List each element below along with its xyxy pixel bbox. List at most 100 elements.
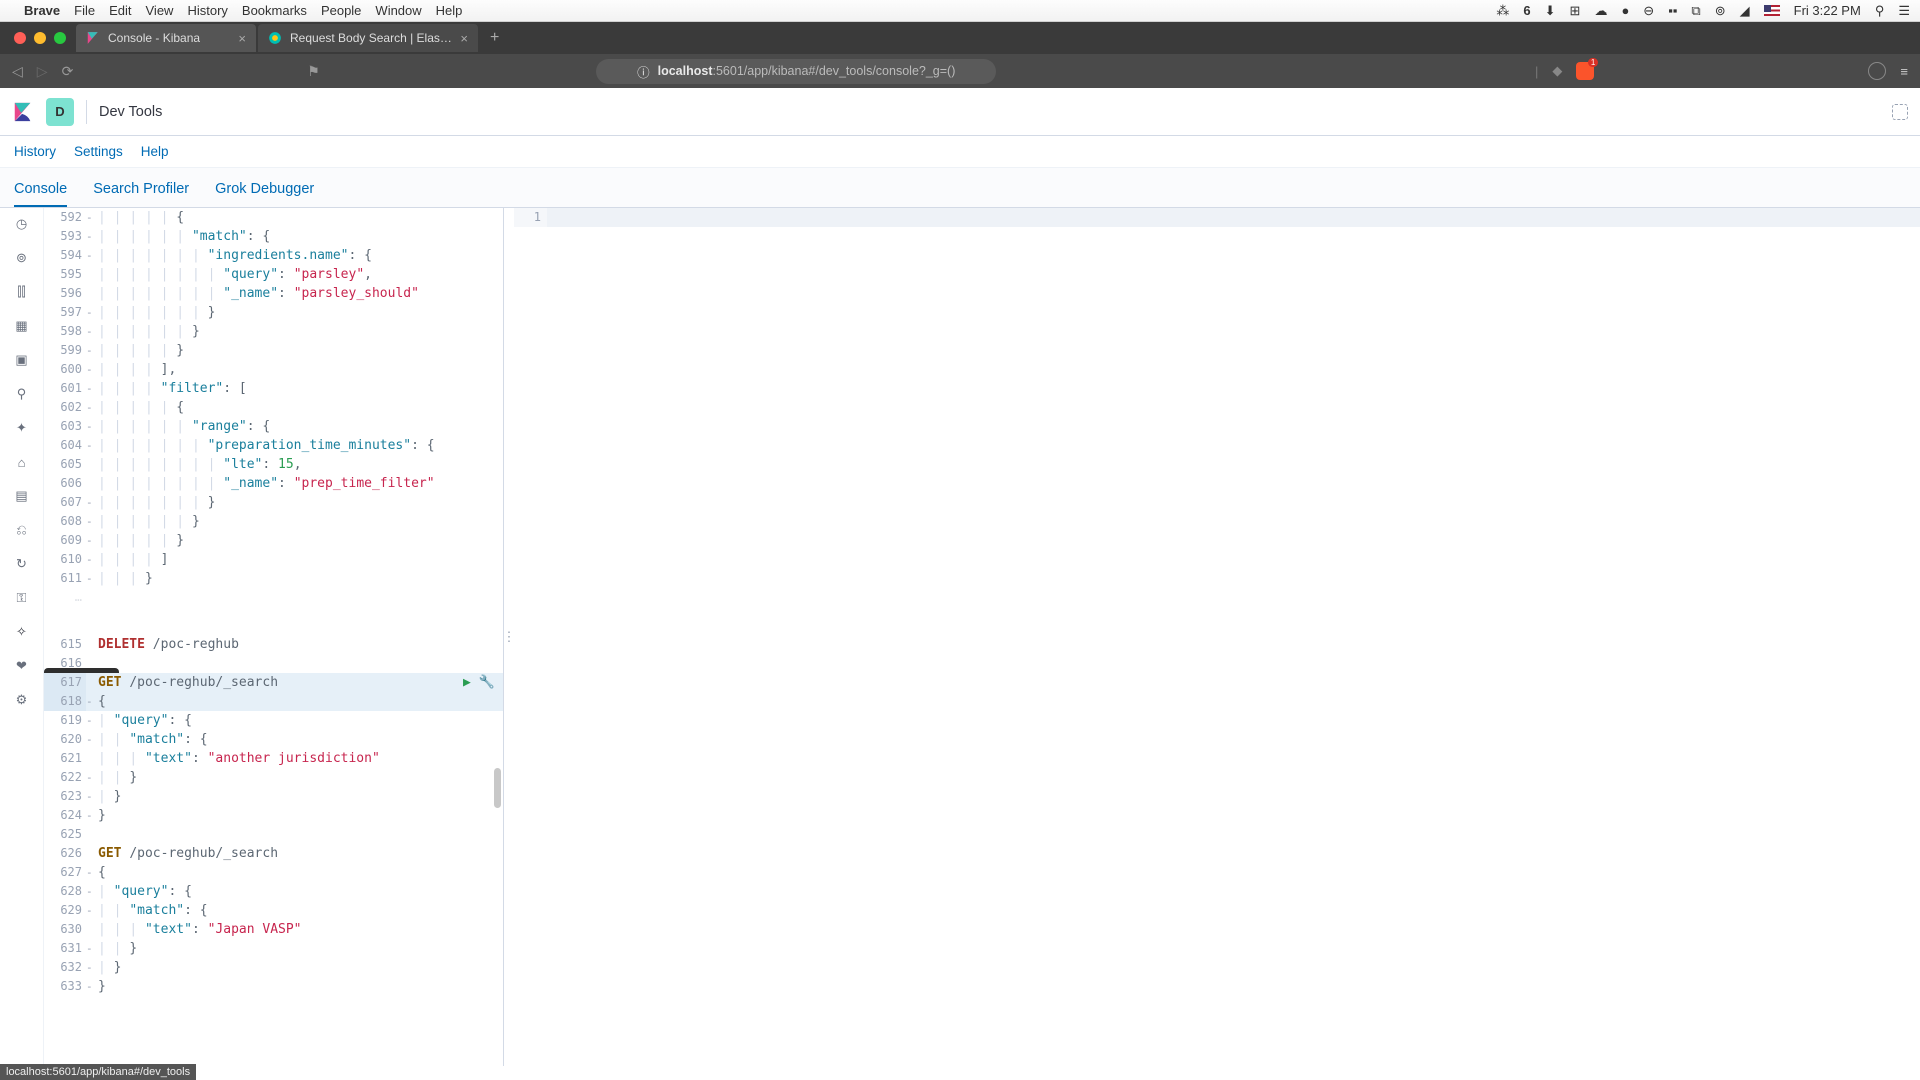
code-line[interactable]: 618-{ — [44, 692, 503, 711]
app-menu-icon[interactable]: ≡ — [1900, 64, 1908, 79]
spotlight-icon[interactable]: ⚲ — [1875, 3, 1885, 19]
status-icon[interactable]: ⁂ — [1496, 3, 1509, 19]
code-line[interactable]: 608-| | | | | | } — [44, 512, 503, 531]
code-line[interactable]: 622-| | } — [44, 768, 503, 787]
close-window-button[interactable] — [14, 32, 26, 44]
code-line[interactable]: 595| | | | | | | | "query": "parsley", — [44, 265, 503, 284]
site-info-icon[interactable]: ⓘ — [637, 62, 650, 81]
back-button[interactable]: ◁ — [12, 63, 23, 80]
tab-search-profiler[interactable]: Search Profiler — [93, 181, 189, 207]
wifi-icon[interactable]: ⊚ — [1715, 3, 1726, 19]
nav-infra-icon[interactable]: ⌂ — [12, 452, 32, 472]
nav-maps-icon[interactable]: ⚲ — [12, 384, 32, 404]
nav-apm-icon[interactable]: ⎌ — [12, 520, 32, 540]
code-line[interactable]: 620-| | "match": { — [44, 730, 503, 749]
code-line[interactable]: 603-| | | | | | "range": { — [44, 417, 503, 436]
code-line[interactable]: 623-| } — [44, 787, 503, 806]
code-line[interactable]: 615DELETE /poc-reghub — [44, 635, 503, 654]
clock[interactable]: Fri 3:22 PM — [1794, 3, 1861, 18]
status-icon[interactable]: ▪▪ — [1668, 3, 1677, 18]
code-line[interactable]: 621| | | "text": "another jurisdiction" — [44, 749, 503, 768]
menu-people[interactable]: People — [321, 3, 361, 18]
space-selector[interactable]: D — [46, 98, 74, 126]
request-options-icon[interactable]: 🔧 — [479, 673, 495, 692]
close-tab-icon[interactable]: × — [238, 31, 246, 46]
minimize-window-button[interactable] — [34, 32, 46, 44]
dropbox-icon[interactable]: ⬇ — [1545, 3, 1556, 19]
nav-discover-icon[interactable]: ⊚ — [12, 248, 32, 268]
run-request-icon[interactable]: ▶ — [463, 673, 471, 692]
menu-edit[interactable]: Edit — [109, 3, 131, 18]
reload-button[interactable]: ⟳ — [62, 63, 74, 80]
nav-monitoring-icon[interactable]: ❤ — [12, 656, 32, 676]
browser-tab[interactable]: Console - Kibana × — [76, 24, 256, 52]
code-line[interactable]: 625 — [44, 825, 503, 844]
console-request-editor[interactable]: 592-| | | | | {593-| | | | | | "match": … — [44, 208, 504, 1066]
code-line[interactable]: 605| | | | | | | | "lte": 15, — [44, 455, 503, 474]
code-line[interactable]: 593-| | | | | | "match": { — [44, 227, 503, 246]
code-line[interactable]: 627-{ — [44, 863, 503, 882]
tab-console[interactable]: Console — [14, 181, 67, 207]
close-tab-icon[interactable]: × — [460, 31, 468, 46]
code-line[interactable]: 604-| | | | | | | "preparation_time_minu… — [44, 436, 503, 455]
nav-logs-icon[interactable]: ▤ — [12, 486, 32, 506]
control-center-icon[interactable]: ☰ — [1898, 3, 1910, 19]
code-line[interactable]: 607-| | | | | | | } — [44, 493, 503, 512]
menu-window[interactable]: Window — [375, 3, 421, 18]
bookmark-icon[interactable]: ⚑ — [307, 63, 320, 80]
code-line[interactable]: 617GET /poc-reghub/_search▶🔧 — [44, 673, 503, 692]
code-line[interactable]: 599-| | | | | } — [44, 341, 503, 360]
code-line[interactable]: 602-| | | | | { — [44, 398, 503, 417]
history-link[interactable]: History — [14, 144, 56, 159]
brave-shields-icon[interactable] — [1576, 62, 1594, 80]
nav-devtools-icon[interactable]: ✧ — [12, 622, 32, 642]
cloud-icon[interactable]: ☁ — [1594, 3, 1607, 19]
status-icon[interactable]: ⊖ — [1643, 3, 1654, 19]
menu-help[interactable]: Help — [436, 3, 463, 18]
nav-visualize-icon[interactable]: ⫿⫿ — [12, 282, 32, 302]
menu-bookmarks[interactable]: Bookmarks — [242, 3, 307, 18]
code-line[interactable]: 597-| | | | | | | } — [44, 303, 503, 322]
status-icon[interactable]: 6 — [1523, 3, 1530, 18]
maximize-window-button[interactable] — [54, 32, 66, 44]
code-line[interactable]: 630| | | "text": "Japan VASP" — [44, 920, 503, 939]
nav-dashboard-icon[interactable]: ▦ — [12, 316, 32, 336]
code-line[interactable]: 611-| | | } — [44, 569, 503, 588]
nav-management-icon[interactable]: ⚙ — [12, 690, 32, 710]
menu-file[interactable]: File — [74, 3, 95, 18]
browser-tab[interactable]: Request Body Search | Elasticse… × — [258, 24, 478, 52]
address-bar[interactable]: ⓘ localhost:5601/app/kibana#/dev_tools/c… — [596, 59, 996, 84]
status-icon[interactable]: ⊞ — [1570, 3, 1581, 19]
user-icon[interactable]: ● — [1621, 3, 1629, 18]
code-line[interactable]: 606| | | | | | | | "_name": "prep_time_f… — [44, 474, 503, 493]
kibana-logo-icon[interactable] — [12, 101, 34, 123]
nav-recent-icon[interactable]: ◷ — [12, 214, 32, 234]
nav-ml-icon[interactable]: ✦ — [12, 418, 32, 438]
forward-button[interactable]: ▷ — [37, 63, 48, 80]
console-response-pane[interactable]: 1 — [514, 208, 1920, 1066]
settings-link[interactable]: Settings — [74, 144, 123, 159]
menu-history[interactable]: History — [187, 3, 227, 18]
code-line[interactable]: 592-| | | | | { — [44, 208, 503, 227]
code-line[interactable]: 598-| | | | | | } — [44, 322, 503, 341]
code-line[interactable]: 596| | | | | | | | "_name": "parsley_sho… — [44, 284, 503, 303]
profile-icon[interactable] — [1868, 62, 1886, 80]
help-link[interactable]: Help — [141, 144, 169, 159]
code-line[interactable]: 601-| | | | "filter": [ — [44, 379, 503, 398]
code-line[interactable]: 624-} — [44, 806, 503, 825]
input-flag-icon[interactable] — [1764, 5, 1780, 16]
code-line[interactable]: 631-| | } — [44, 939, 503, 958]
nav-siem-icon[interactable]: ⚿ — [12, 588, 32, 608]
code-line[interactable]: 632-| } — [44, 958, 503, 977]
display-icon[interactable]: ⧉ — [1691, 3, 1700, 19]
nav-canvas-icon[interactable]: ▣ — [12, 350, 32, 370]
fullscreen-icon[interactable] — [1892, 104, 1908, 120]
code-line[interactable]: 616 — [44, 654, 503, 673]
code-line[interactable]: 626GET /poc-reghub/_search — [44, 844, 503, 863]
nav-uptime-icon[interactable]: ↻ — [12, 554, 32, 574]
code-line[interactable]: 610-| | | | ] — [44, 550, 503, 569]
code-line[interactable]: 609-| | | | | } — [44, 531, 503, 550]
code-line[interactable]: … — [44, 588, 503, 607]
editor-scrollbar[interactable] — [494, 768, 501, 808]
code-line[interactable]: 600-| | | | ], — [44, 360, 503, 379]
